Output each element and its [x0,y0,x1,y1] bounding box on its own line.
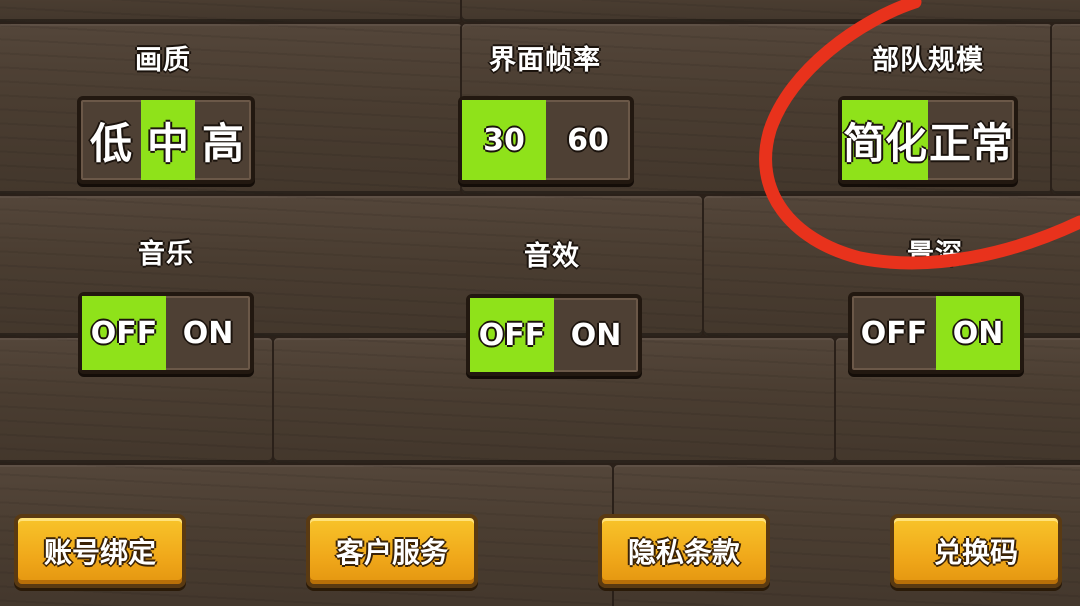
music-label: 音乐 [138,239,194,270]
sound-label: 音效 [524,241,580,272]
framerate-label: 界面帧率 [489,45,601,76]
army-size-toggle[interactable]: 简化 正常 [838,96,1018,184]
depth-of-field-option-on[interactable]: ON [936,296,1020,370]
depth-of-field-toggle[interactable]: OFF ON [848,292,1024,374]
privacy-terms-button[interactable]: 隐私条款 [598,514,770,588]
framerate-toggle[interactable]: 30 60 [458,96,634,184]
music-option-off[interactable]: OFF [82,296,166,370]
account-binding-button[interactable]: 账号绑定 [14,514,186,588]
music-option-on[interactable]: ON [166,296,250,370]
redeem-code-button[interactable]: 兑换码 [890,514,1062,588]
music-toggle[interactable]: OFF ON [78,292,254,374]
army-size-label: 部队规模 [872,45,984,76]
army-size-option-simplified[interactable]: 简化 [842,100,928,180]
quality-option-high[interactable]: 高 [195,100,251,180]
quality-toggle[interactable]: 低 中 高 [77,96,255,184]
depth-of-field-label: 景深 [907,239,963,270]
army-size-option-normal[interactable]: 正常 [928,100,1014,180]
sound-toggle[interactable]: OFF ON [466,294,642,376]
sound-option-on[interactable]: ON [554,298,638,372]
sound-option-off[interactable]: OFF [470,298,554,372]
framerate-option-60[interactable]: 60 [546,100,630,180]
quality-option-low[interactable]: 低 [81,100,141,180]
framerate-option-30[interactable]: 30 [462,100,546,180]
customer-service-button[interactable]: 客户服务 [306,514,478,588]
quality-label: 画质 [135,45,191,76]
quality-option-medium[interactable]: 中 [141,100,195,180]
depth-of-field-option-off[interactable]: OFF [852,296,936,370]
